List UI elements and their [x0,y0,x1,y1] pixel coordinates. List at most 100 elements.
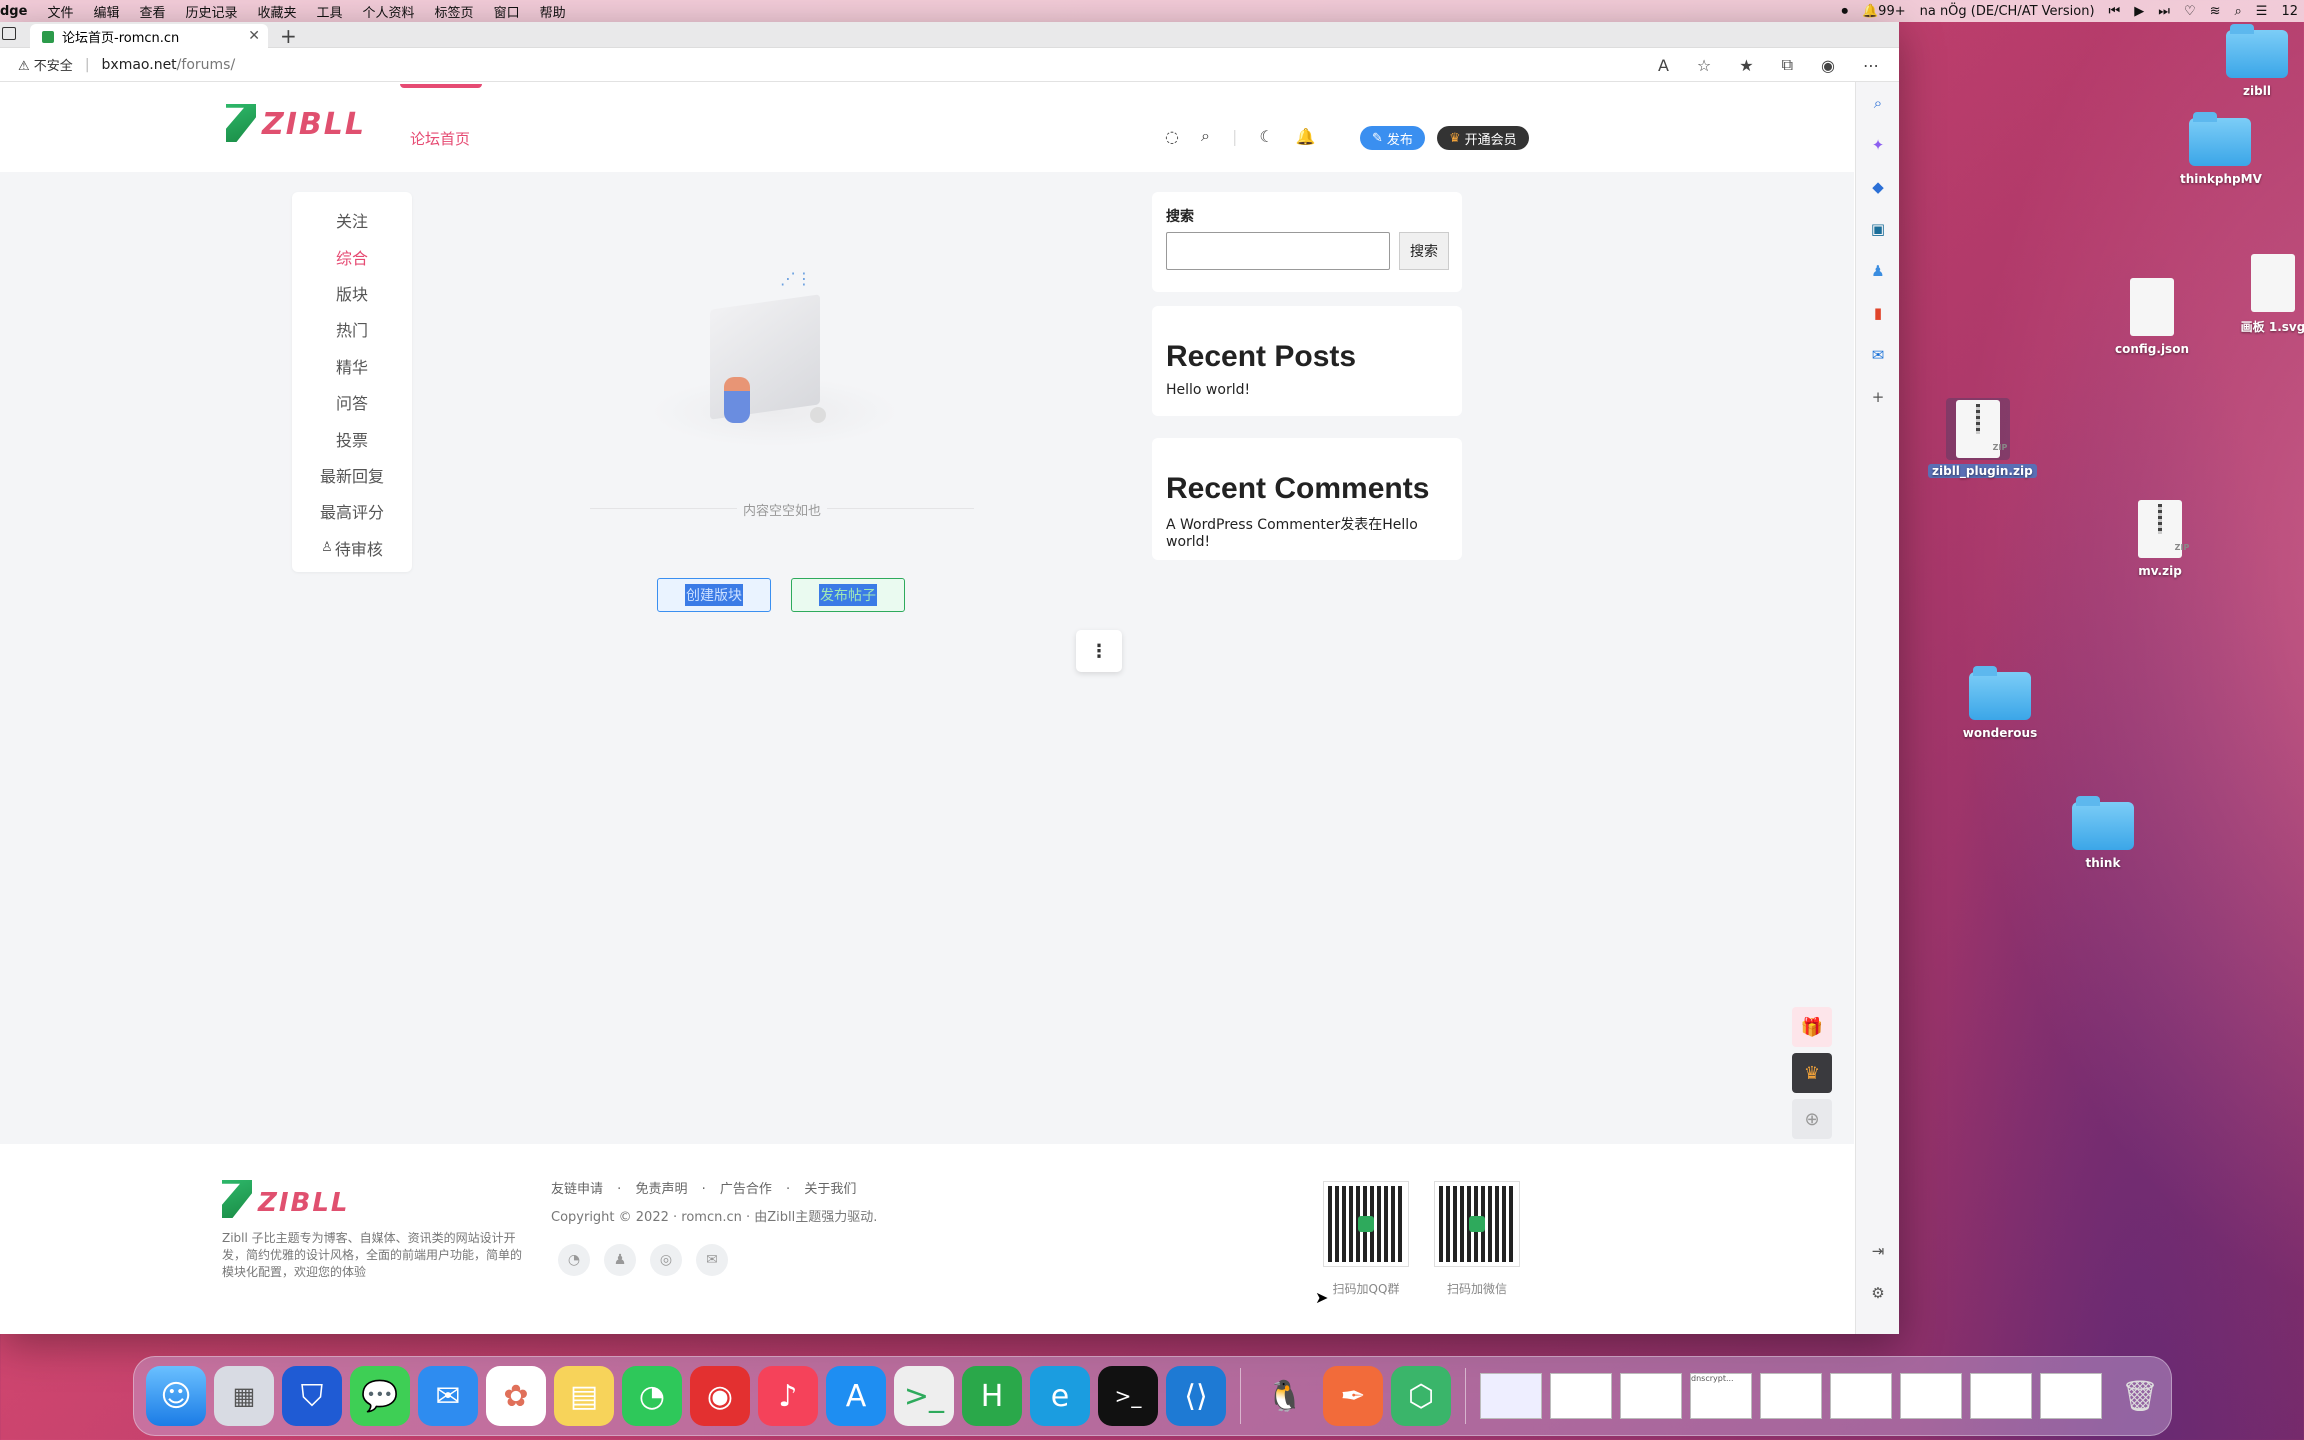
menu-edit[interactable]: 编辑 [83,2,129,21]
menu-tabs[interactable]: 标签页 [425,2,484,21]
footer-link-about[interactable]: 关于我们 [804,1182,856,1197]
outlook-icon[interactable]: ✉ [1856,334,1900,376]
weibo-icon[interactable]: ◎ [650,1244,682,1276]
more-menu-icon[interactable]: ⋯ [1863,56,1879,75]
nav-item-featured[interactable]: 精华 [292,348,412,384]
nav-item-latest-reply[interactable]: 最新回复 [292,457,412,493]
cube-app-icon[interactable]: ⬡ [1391,1366,1451,1426]
play-icon[interactable]: ▶ [2134,4,2144,19]
netease-music-icon[interactable]: ◉ [690,1366,750,1426]
control-center-icon[interactable]: ☰ [2256,4,2268,19]
dock-thumb-window[interactable] [1550,1373,1612,1419]
add-icon[interactable]: + [1856,376,1900,418]
url-text[interactable]: bxmao.net/forums/ [102,57,236,73]
menubar-app-name[interactable]: dge [0,4,37,19]
desktop-file-config[interactable]: config.json [2110,278,2194,356]
dock-thumb-window[interactable] [1830,1373,1892,1419]
sparkle-icon[interactable]: ✦ [1856,124,1900,166]
theme-bulb-icon[interactable]: ◌ [1165,127,1179,146]
nav-item-pending[interactable]: ♙ 待审核 [292,530,412,566]
sidebar-hide-icon[interactable]: ⇥ [1856,1230,1900,1272]
create-board-button[interactable]: 创建版块 [657,578,771,612]
desktop-folder-thinkphpmv[interactable]: thinkphpMV [2180,112,2262,186]
toolbox-icon[interactable]: ▣ [1856,208,1900,250]
bitwarden-icon[interactable]: ⛉ [282,1366,342,1426]
wechat-icon[interactable]: ◔ [622,1366,682,1426]
menu-profile[interactable]: 个人资料 [353,2,425,21]
next-track-icon[interactable]: ⏭ [2158,4,2170,19]
vscode-icon[interactable]: ⟨⟩ [1166,1366,1226,1426]
profile-icon[interactable]: ◉ [1821,56,1835,75]
recent-post-link[interactable]: Hello world! [1166,382,1448,398]
favorites-icon[interactable]: ★ [1739,56,1753,75]
add-favorite-icon[interactable]: ☆ [1697,56,1711,75]
launchpad-icon[interactable]: ▦ [214,1366,274,1426]
desktop-folder-wonderous[interactable]: wonderous [1960,666,2040,740]
menu-help[interactable]: 帮助 [530,2,576,21]
footer-logo[interactable]: ZIBLL [222,1180,349,1218]
more-options-button[interactable]: ⋮ [1076,630,1122,672]
add-circle-icon[interactable]: ⊕ [1792,1099,1832,1139]
menu-view[interactable]: 查看 [129,2,175,21]
desktop-folder-think[interactable]: think [2068,796,2138,870]
menu-tools[interactable]: 工具 [307,2,353,21]
menu-file[interactable]: 文件 [37,2,83,21]
nav-forum-home[interactable]: 论坛首页 [399,84,483,149]
dock-thumb-window[interactable] [2040,1373,2102,1419]
pen-app-icon[interactable]: ✒ [1323,1366,1383,1426]
search-icon[interactable]: ⌕ [1856,82,1900,124]
notes-icon[interactable]: ▤ [554,1366,614,1426]
dock-thumb-window[interactable] [1620,1373,1682,1419]
nav-item-hot[interactable]: 热门 [292,311,412,347]
nav-item-all[interactable]: 综合 [292,238,412,274]
input-source[interactable]: na nÖg (DE/CH/AT Version) [1920,4,2095,19]
vip-button[interactable]: ♛ 开通会员 [1437,126,1529,150]
search-icon[interactable]: ⌕ [2235,4,2242,19]
hbuilder-icon[interactable]: H [962,1366,1022,1426]
prev-track-icon[interactable]: ⏮ [2109,4,2121,19]
nav-item-follow[interactable]: 关注 [292,202,412,238]
publish-post-button[interactable]: 发布帖子 [791,578,905,612]
footer-link-friend[interactable]: 友链申请 [551,1182,603,1197]
terminal-icon[interactable]: >_ [1098,1366,1158,1426]
dock-thumb-zip[interactable] [1480,1373,1542,1419]
address-bar[interactable]: ⚠ 不安全 | bxmao.net/forums/ A ☆ ★ ⧉ ◉ ⋯ [0,48,1899,82]
read-aloud-icon[interactable]: A [1658,56,1669,75]
site-logo[interactable]: ZIBLL [226,104,366,142]
chat-app-icon[interactable]: >_ [894,1366,954,1426]
record-icon[interactable]: ⏺ [1841,4,1848,19]
new-tab-icon[interactable]: + [280,24,297,48]
settings-icon[interactable]: ⚙ [1856,1272,1900,1314]
wechat-icon[interactable]: ◔ [558,1244,590,1276]
browser-tab[interactable]: 论坛首页-romcn.cn ✕ [30,24,268,49]
security-warning[interactable]: ⚠ 不安全 [18,55,73,74]
wifi-icon[interactable]: ≋ [2210,4,2221,19]
close-tab-icon[interactable]: ✕ [248,28,260,44]
nav-item-top-rated[interactable]: 最高评分 [292,493,412,529]
dock-thumb-window[interactable] [1900,1373,1962,1419]
nav-item-vote[interactable]: 投票 [292,420,412,456]
qq-icon[interactable]: ♟ [604,1244,636,1276]
mail-icon[interactable]: ✉ [418,1366,478,1426]
office-icon[interactable]: ▮ [1856,292,1900,334]
collections-icon[interactable]: ⧉ [1782,55,1793,75]
footer-link-disclaimer[interactable]: 免责声明 [635,1182,687,1197]
desktop-folder-zibll[interactable]: zibll [2222,24,2292,98]
clock[interactable]: 12 [2281,4,2298,19]
app-store-icon[interactable]: A [826,1366,886,1426]
gift-icon[interactable]: 🎁 [1792,1007,1832,1047]
desktop-file-zibll-plugin[interactable]: ZIP zibll_plugin.zip [1928,398,2037,478]
menu-favorites[interactable]: 收藏夹 [248,2,307,21]
notification-icon[interactable]: 🔔99+ [1862,4,1906,19]
dock-thumb-dnscrypt[interactable]: dnscrypt... [1690,1373,1752,1419]
menu-window[interactable]: 窗口 [484,2,530,21]
footer-link-ads[interactable]: 广告合作 [720,1182,772,1197]
desktop-file-svg[interactable]: 画板 1.svg [2238,254,2304,335]
search-button[interactable]: 搜索 [1399,232,1449,270]
mail-icon[interactable]: ✉ [696,1244,728,1276]
menu-history[interactable]: 历史记录 [175,2,247,21]
dock-thumb-window[interactable] [1970,1373,2032,1419]
messages-icon[interactable]: 💬 [350,1366,410,1426]
trash-icon[interactable]: 🗑 [2110,1366,2170,1426]
edge-icon[interactable]: e [1030,1366,1090,1426]
